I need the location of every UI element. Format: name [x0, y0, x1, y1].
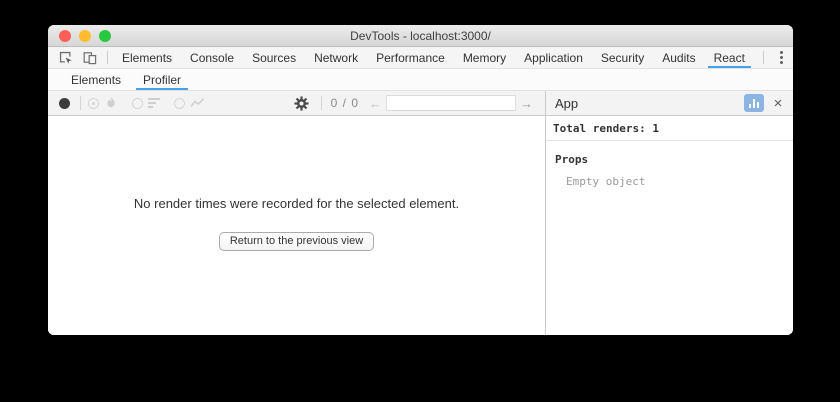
- divider: [763, 51, 764, 64]
- subtab-profiler[interactable]: Profiler: [132, 69, 192, 90]
- divider: [80, 96, 81, 110]
- zoom-window-button[interactable]: [99, 30, 111, 42]
- tab-memory[interactable]: Memory: [454, 47, 515, 68]
- previous-snapshot-button[interactable]: ←: [365, 96, 386, 111]
- flamegraph-view-toggle[interactable]: [88, 96, 118, 110]
- selected-component-name: App: [555, 96, 739, 111]
- bar-chart-icon: [749, 104, 751, 108]
- radio-unselected: [132, 98, 143, 109]
- subtab-elements[interactable]: Elements: [60, 69, 132, 90]
- tab-elements[interactable]: Elements: [113, 47, 181, 68]
- more-options-button[interactable]: [769, 47, 793, 68]
- inspect-element-button[interactable]: [54, 47, 78, 68]
- component-details-panel: Total renders: 1 Props Empty object: [545, 116, 793, 335]
- tab-performance[interactable]: Performance: [367, 47, 454, 68]
- kebab-menu-icon: [780, 51, 783, 54]
- total-renders-value: 1: [652, 122, 659, 135]
- tab-audits[interactable]: Audits: [653, 47, 704, 68]
- props-value: Empty object: [566, 175, 793, 188]
- gear-icon: [294, 96, 309, 111]
- tab-network[interactable]: Network: [305, 47, 367, 68]
- ranked-view-toggle[interactable]: [132, 98, 160, 109]
- tabbar-spacer: [754, 47, 758, 68]
- tab-sources[interactable]: Sources: [243, 47, 305, 68]
- close-panel-button[interactable]: ×: [769, 94, 787, 112]
- window-title: DevTools - localhost:3000/: [48, 29, 793, 43]
- total-renders-label: Total renders:: [553, 122, 646, 135]
- divider: [321, 96, 322, 110]
- settings-button[interactable]: [290, 96, 314, 111]
- devtools-window: DevTools - localhost:3000/ Elements Cons…: [48, 25, 793, 335]
- desktop-background: DevTools - localhost:3000/ Elements Cons…: [0, 0, 840, 402]
- tab-security[interactable]: Security: [592, 47, 653, 68]
- search-input[interactable]: [386, 95, 516, 111]
- devtools-tabbar: Elements Console Sources Network Perform…: [48, 47, 793, 69]
- inspect-cursor-icon: [59, 51, 73, 65]
- next-snapshot-button[interactable]: →: [516, 96, 537, 111]
- empty-state-message: No render times were recorded for the se…: [134, 196, 459, 211]
- interactions-view-toggle[interactable]: [174, 97, 205, 109]
- tab-console[interactable]: Console: [181, 47, 243, 68]
- profiler-controls: 0 / 0 ← →: [48, 91, 545, 115]
- record-button[interactable]: [59, 98, 70, 109]
- flame-icon: [104, 96, 118, 110]
- tab-application[interactable]: Application: [515, 47, 592, 68]
- profiler-content: No render times were recorded for the se…: [48, 116, 793, 335]
- profiler-toolbar: 0 / 0 ← → App ×: [48, 91, 793, 116]
- traffic-lights: [59, 25, 111, 46]
- line-chart-icon: [190, 97, 205, 109]
- react-subtabbar: Elements Profiler: [48, 69, 793, 91]
- radio-selected: [88, 98, 99, 109]
- props-label: Props: [555, 153, 793, 166]
- side-panel-header: App ×: [545, 91, 793, 115]
- minimize-window-button[interactable]: [79, 30, 91, 42]
- profiler-main-view: No render times were recorded for the se…: [48, 116, 545, 335]
- total-renders-row: Total renders: 1: [546, 116, 793, 141]
- device-toolbar-button[interactable]: [78, 47, 102, 68]
- snapshot-counter: 0 / 0: [331, 96, 359, 110]
- device-toolbar-icon: [83, 51, 97, 65]
- divider: [107, 51, 108, 64]
- close-icon: ×: [774, 96, 783, 111]
- close-window-button[interactable]: [59, 30, 71, 42]
- return-previous-view-button[interactable]: Return to the previous view: [219, 232, 374, 251]
- tab-react[interactable]: React: [705, 47, 754, 68]
- ranked-bars-icon: [148, 98, 160, 108]
- render-chart-button[interactable]: [744, 94, 764, 112]
- radio-unselected: [174, 98, 185, 109]
- titlebar: DevTools - localhost:3000/: [48, 25, 793, 47]
